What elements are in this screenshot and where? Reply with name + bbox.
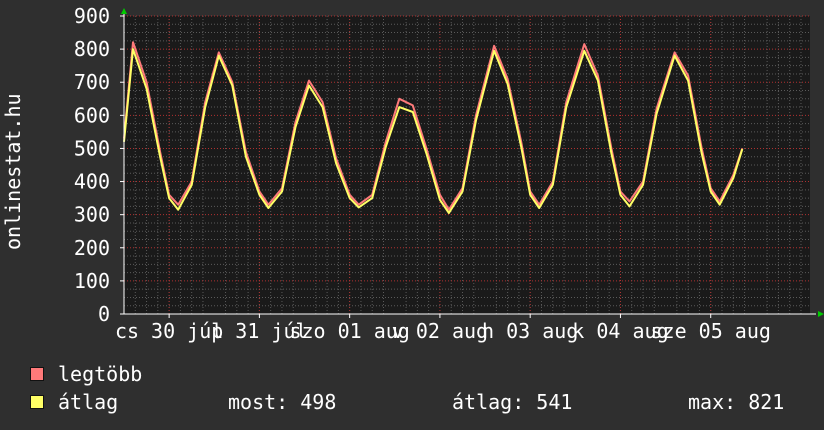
legend-item-avg: átlag <box>30 390 118 414</box>
legend-item-max: legtöbb <box>30 362 142 386</box>
y-tick-label: 200 <box>74 236 110 260</box>
y-tick-label: 100 <box>74 269 110 293</box>
watermark: onlinestat.hu <box>1 93 25 250</box>
y-tick-label: 500 <box>74 136 110 160</box>
y-tick-label: 800 <box>74 37 110 61</box>
y-tick-label: 600 <box>74 103 110 127</box>
x-tick-labels: cs 30 júlp 31 júlszo 01 augv 02 augh 03 … <box>115 319 771 343</box>
y-tick-label: 900 <box>74 4 110 28</box>
rrd-graph: 0 100 200 300 400 500 600 700 800 900 cs 30 júlp … <box>1 4 824 343</box>
x-tick-label: sze 05 aug <box>650 319 770 343</box>
y-tick-label: 700 <box>74 70 110 94</box>
x-axis-arrow <box>818 311 824 317</box>
x-tick-label: h 03 aug <box>482 319 578 343</box>
x-tick-label: v 02 aug <box>392 319 488 343</box>
y-tick-label: 300 <box>74 203 110 227</box>
legend-swatch-avg <box>30 395 44 409</box>
y-axis-arrow <box>121 8 127 14</box>
legend-label-max: legtöbb <box>58 362 143 386</box>
legend-label-avg: átlag <box>58 390 119 414</box>
x-tick-label: cs 30 júl <box>115 319 223 343</box>
y-tick-label: 0 <box>98 302 110 326</box>
stat-max: max: 821 <box>688 390 785 414</box>
stat-avg: átlag: 541 <box>452 390 573 414</box>
stat-now: most: 498 <box>228 390 337 414</box>
y-tick-label: 400 <box>74 170 110 194</box>
legend-swatch-max <box>30 367 44 381</box>
y-tick-labels: 0 100 200 300 400 500 600 700 800 900 <box>74 4 110 326</box>
